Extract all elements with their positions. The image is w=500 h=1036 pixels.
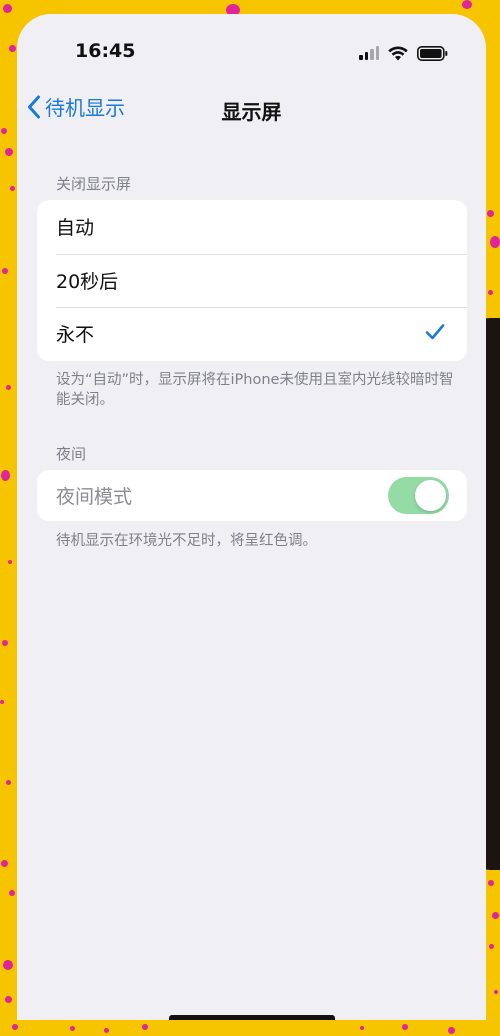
night-mode-toggle[interactable] bbox=[388, 477, 449, 514]
toggle-knob bbox=[415, 480, 446, 511]
status-bar: 16:45 bbox=[17, 14, 486, 84]
night-footer-note: 待机显示在环境光不足时，将呈红色调。 bbox=[56, 533, 317, 549]
option-20-seconds[interactable]: 20秒后 bbox=[37, 253, 467, 308]
home-indicator bbox=[169, 1015, 335, 1020]
option-label: 20秒后 bbox=[56, 270, 119, 293]
night-options-group: 夜间模式 bbox=[37, 470, 467, 521]
option-auto[interactable]: 自动 bbox=[37, 200, 467, 254]
option-label: 自动 bbox=[56, 217, 95, 240]
page-title: 显示屏 bbox=[221, 100, 282, 124]
checkmark-icon bbox=[425, 324, 445, 340]
option-never[interactable]: 永不 bbox=[37, 307, 467, 361]
section-header-night: 夜间 bbox=[56, 445, 87, 463]
night-mode-row: 夜间模式 bbox=[37, 470, 467, 521]
wifi-icon bbox=[388, 46, 408, 60]
navigation-bar: 待机显示 显示屏 bbox=[17, 84, 486, 132]
cellular-signal-icon bbox=[359, 46, 379, 60]
night-mode-label: 夜间模式 bbox=[56, 486, 133, 508]
battery-icon bbox=[417, 45, 448, 61]
option-label: 永不 bbox=[56, 324, 95, 347]
auto-off-footer-note: 设为“自动”时，显示屏将在iPhone未使用且室内光线较暗时智能关闭。 bbox=[56, 372, 454, 408]
status-time: 16:45 bbox=[75, 40, 136, 62]
auto-off-options-group: 自动 20秒后 永不 bbox=[37, 200, 467, 361]
phone-screen: 16:45 待机显示 显示屏 关闭显示屏 自动 20秒后 永不 设为“自动”时，… bbox=[17, 14, 486, 1020]
section-header-auto-off: 关闭显示屏 bbox=[56, 175, 132, 193]
